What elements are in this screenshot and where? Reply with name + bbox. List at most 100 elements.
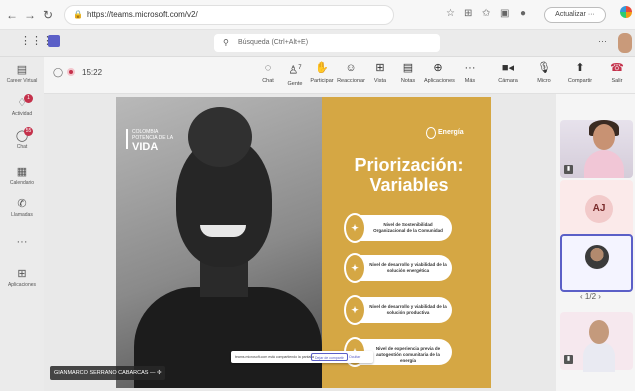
- rail-label: Llamadas: [11, 212, 33, 218]
- rail-item-calendar[interactable]: ▦ Calendario: [0, 166, 44, 186]
- pager-text: 1/2: [584, 292, 597, 301]
- share-button[interactable]: ⬆ Compartir: [566, 62, 594, 84]
- slide-title-line2: Variables: [369, 175, 449, 195]
- header-more-icon[interactable]: ···: [598, 36, 607, 46]
- chat-icon: ◌: [264, 62, 272, 74]
- avatar: [593, 124, 615, 150]
- extensions-icon[interactable]: ⊞: [464, 8, 472, 19]
- recording-icon: [67, 68, 75, 76]
- share-icon: ⬆: [575, 62, 585, 74]
- emoji-icon: ☺: [345, 62, 357, 74]
- brand-logo: COLOMBIA POTENCIA DE LA VIDA: [126, 129, 182, 153]
- shield-icon: ◯: [53, 67, 64, 77]
- url-text: https://teams.microsoft.com/v2/: [87, 10, 198, 19]
- address-bar[interactable]: 🔒 https://teams.microsoft.com/v2/: [64, 5, 394, 25]
- mic-off-icon: 🎙: [537, 62, 551, 74]
- rail-label: Aplicaciones: [7, 282, 37, 288]
- search-placeholder: Búsqueda (Ctrl+Alt+E): [238, 39, 309, 46]
- avatar: [589, 320, 609, 344]
- lock-icon: 🔒: [73, 10, 83, 19]
- rail-item-activity[interactable]: ♢ 1 Actividad: [0, 94, 44, 117]
- meeting-timer: 15:22: [82, 68, 103, 77]
- camera-icon: ■◂: [501, 62, 515, 74]
- bulb-icon: ✦: [344, 295, 366, 325]
- avatar[interactable]: [618, 33, 632, 53]
- rail-item-calls[interactable]: ✆ Llamadas: [0, 198, 44, 218]
- people-icon: ♙7: [288, 64, 302, 77]
- bulb-icon: [426, 127, 436, 139]
- button-label: Salir: [611, 78, 623, 84]
- react-button[interactable]: ☺ Reaccionar: [337, 62, 365, 84]
- update-button[interactable]: Actualizar ···: [544, 7, 606, 23]
- variable-item: ✦ Nivel de Sostenibilidad Organizacional …: [344, 213, 452, 243]
- stop-sharing-button[interactable]: Dejar de compartir: [311, 353, 348, 361]
- rail-item-chat[interactable]: ◯ 55 Chat: [0, 127, 44, 150]
- button-label: Gente: [287, 80, 303, 87]
- search-input[interactable]: ⚲ Búsqueda (Ctrl+Alt+E): [214, 34, 440, 52]
- people-button[interactable]: ♙7 Gente: [281, 62, 309, 87]
- reload-icon[interactable]: ↻: [40, 7, 56, 23]
- profile-icon[interactable]: ●: [520, 8, 526, 19]
- brand-big: VIDA: [132, 141, 159, 153]
- rail-label: Chat: [16, 144, 28, 150]
- update-label: Actualizar: [555, 11, 586, 18]
- rail-item-apps[interactable]: ⊞ Aplicaciones: [0, 268, 44, 288]
- presenter-label: GIANMARCO SERRANO CABARCAS — ✢: [50, 366, 165, 380]
- more-icon: ···: [16, 236, 28, 248]
- share-notice-text: teams.microsoft.com está compartiendo la…: [235, 355, 314, 359]
- apps-button[interactable]: ⊕ Aplicaciones: [424, 62, 455, 84]
- badge: 1: [24, 94, 33, 103]
- phone-icon: ✆: [17, 198, 27, 210]
- share-notice-bar: teams.microsoft.com está compartiendo la…: [231, 351, 373, 363]
- mic-button[interactable]: 🎙 Micro: [530, 62, 558, 84]
- more-button[interactable]: ··· Más: [456, 62, 484, 84]
- hand-icon: ✋: [315, 62, 329, 74]
- variable-text: Nivel de Sostenibilidad Organizacional d…: [373, 222, 443, 233]
- apps-icon: ⊞: [17, 268, 27, 280]
- photo-hair: [188, 107, 252, 167]
- participant-body: [583, 342, 615, 372]
- chat-button[interactable]: ◌ Chat: [254, 62, 282, 84]
- bulb-icon: ✦: [344, 253, 366, 283]
- plus-icon: ⊕: [433, 62, 443, 74]
- collections-icon[interactable]: ▣: [500, 8, 509, 19]
- rail-label: Calendario: [9, 180, 35, 186]
- brand-small: COLOMBIA POTENCIA DE LA: [132, 129, 174, 141]
- button-label: Participar: [310, 78, 334, 84]
- favorites-icon[interactable]: ✩: [482, 8, 490, 19]
- more-icon: ···: [464, 62, 476, 74]
- chat-icon: ◯: [15, 130, 29, 142]
- teams-logo-icon: [48, 35, 60, 47]
- forward-icon[interactable]: →: [22, 7, 38, 23]
- hide-button[interactable]: Ocultar: [349, 351, 360, 363]
- variable-item: ✦ Nivel de desarrollo y viabilidad de la …: [344, 253, 452, 283]
- camera-button[interactable]: ■◂ Cámara: [494, 62, 522, 84]
- leave-button[interactable]: ☎ Salir: [603, 62, 631, 84]
- mic-muted-icon: ▮: [564, 355, 573, 364]
- avatar: [585, 245, 609, 269]
- button-label: Reaccionar: [337, 78, 365, 84]
- raise-hand-button[interactable]: ✋ Participar: [308, 62, 336, 84]
- rail-item-more[interactable]: ···: [0, 236, 44, 248]
- star-icon[interactable]: ☆: [446, 8, 455, 19]
- participant-pager[interactable]: ‹ 1/2 ›: [580, 292, 601, 301]
- button-label: Micro: [537, 78, 551, 84]
- bulb-icon: ✦: [344, 213, 366, 243]
- variable-text: Nivel de desarrollo y viabilidad de la s…: [369, 304, 447, 315]
- variable-text: Nivel de experiencia previa de autogesti…: [375, 346, 441, 363]
- view-button[interactable]: ⊞ Vista: [366, 62, 394, 84]
- button-label: Compartir: [567, 78, 593, 84]
- bell-icon: ♢: [17, 97, 27, 109]
- grid-icon: ⊞: [375, 62, 385, 74]
- back-icon[interactable]: ←: [4, 7, 20, 23]
- rail-label: Actividad: [11, 111, 33, 117]
- button-label: Cámara: [498, 78, 518, 84]
- rail-item-career[interactable]: ▤ Career Virtual: [0, 64, 44, 84]
- notes-button[interactable]: ▤ Notas: [394, 62, 422, 84]
- slide-title-line1: Priorización:: [354, 155, 464, 175]
- mic-muted-icon: ▮: [564, 165, 573, 174]
- hangup-icon: ☎: [610, 62, 624, 74]
- badge: 55: [24, 127, 33, 136]
- shared-screen: COLOMBIA POTENCIA DE LA VIDA Energía Pri…: [116, 97, 491, 388]
- copilot-icon[interactable]: [620, 6, 632, 18]
